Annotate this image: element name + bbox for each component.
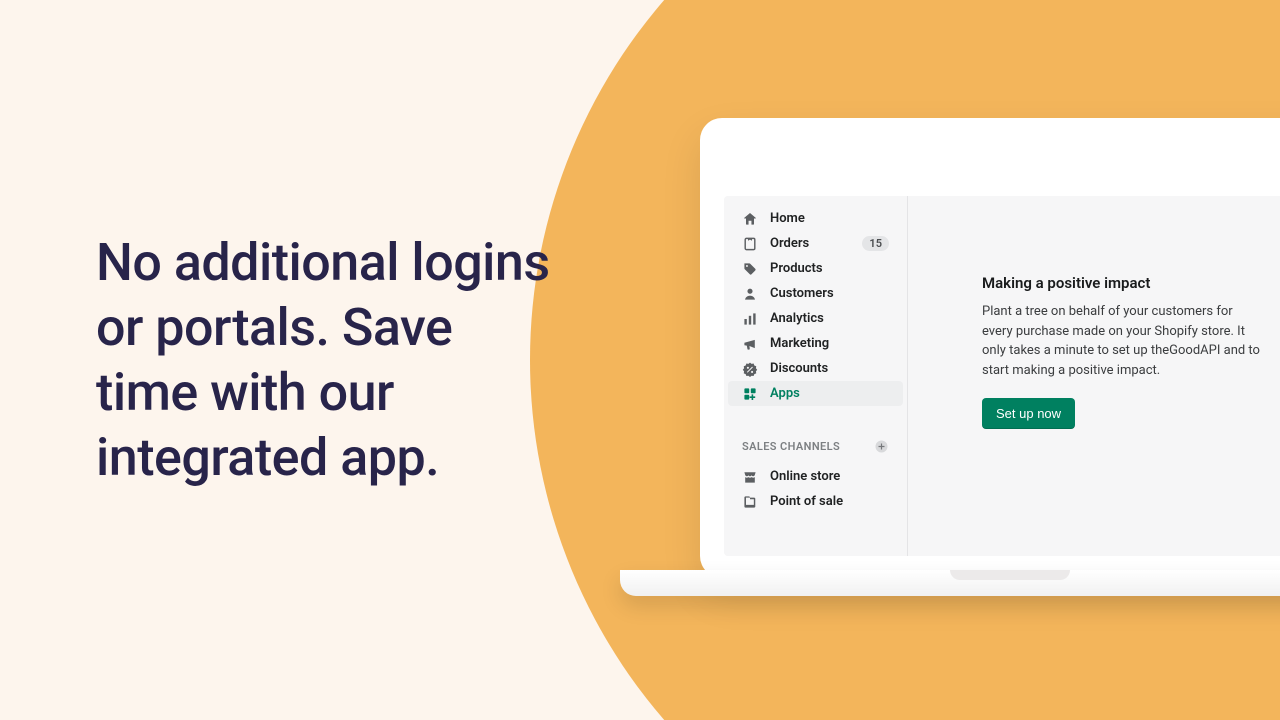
sales-channels-header: SALES CHANNELS (728, 432, 903, 460)
sidebar-item-label: Customers (770, 286, 834, 301)
setup-now-button[interactable]: Set up now (982, 398, 1075, 429)
megaphone-icon (742, 336, 758, 352)
section-label: SALES CHANNELS (742, 440, 840, 453)
admin-sidebar: Home Orders 15 Products (724, 196, 908, 556)
orders-badge: 15 (862, 236, 889, 251)
sidebar-item-label: Discounts (770, 361, 828, 376)
sidebar-item-label: Home (770, 211, 805, 226)
store-icon (742, 469, 758, 485)
laptop-frame: Home Orders 15 Products (700, 118, 1280, 578)
sidebar-item-label: Apps (770, 386, 800, 401)
home-icon (742, 211, 758, 227)
sidebar-item-products[interactable]: Products (728, 256, 903, 281)
add-channel-button[interactable] (873, 438, 889, 454)
sidebar-item-label: Analytics (770, 311, 824, 326)
sidebar-item-customers[interactable]: Customers (728, 281, 903, 306)
sidebar-item-label: Online store (770, 469, 840, 484)
sidebar-item-discounts[interactable]: Discounts (728, 356, 903, 381)
app-window: Home Orders 15 Products (724, 196, 1280, 556)
card-title: Making a positive impact (982, 274, 1280, 292)
sidebar-item-label: Orders (770, 236, 809, 251)
sidebar-item-label: Products (770, 261, 823, 276)
sidebar-item-home[interactable]: Home (728, 206, 903, 231)
sidebar-item-marketing[interactable]: Marketing (728, 331, 903, 356)
sidebar-item-label: Marketing (770, 336, 829, 351)
laptop-notch (950, 570, 1070, 580)
sidebar-item-orders[interactable]: Orders 15 (728, 231, 903, 256)
promo-headline: No additional logins or portals. Save ti… (96, 230, 556, 490)
sidebar-channel-online-store[interactable]: Online store (728, 464, 903, 489)
laptop-base (620, 570, 1280, 596)
sidebar-item-analytics[interactable]: Analytics (728, 306, 903, 331)
bars-icon (742, 311, 758, 327)
pos-icon (742, 494, 758, 510)
promo-stage: No additional logins or portals. Save ti… (0, 0, 1280, 720)
discount-icon (742, 361, 758, 377)
sidebar-item-apps[interactable]: Apps (728, 381, 903, 406)
apps-icon (742, 386, 758, 402)
sidebar-channel-pos[interactable]: Point of sale (728, 489, 903, 514)
sidebar-item-label: Point of sale (770, 494, 843, 509)
orders-icon (742, 236, 758, 252)
card-body: Plant a tree on behalf of your customers… (982, 302, 1262, 380)
tag-icon (742, 261, 758, 277)
main-content: Making a positive impact Plant a tree on… (908, 196, 1280, 556)
person-icon (742, 286, 758, 302)
